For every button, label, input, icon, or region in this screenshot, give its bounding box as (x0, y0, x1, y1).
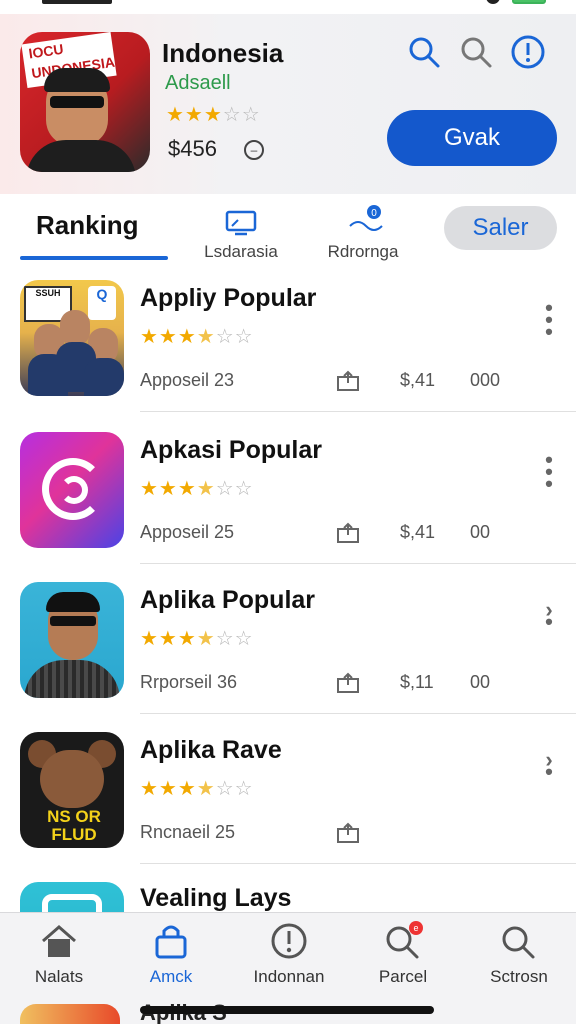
share-icon[interactable] (336, 370, 360, 392)
wave-badge-icon: 0 (346, 204, 383, 234)
search-outline-icon[interactable] (458, 34, 494, 70)
tab-bar: Ranking Lsdarasia 0 Rdrornga Saler (0, 196, 576, 262)
app-thumbnail[interactable]: NS OR FLUD (20, 732, 124, 848)
nav-nalats[interactable]: Nalats (4, 921, 114, 987)
get-button[interactable]: Gvak (387, 110, 557, 166)
rating-stars: ★★★☆☆ (166, 104, 261, 126)
more-vertical-icon[interactable]: • • • (536, 297, 562, 343)
list-item[interactable]: SSUH Q Appliy Popular ★★★★☆☆ Apposeil 23… (0, 262, 576, 412)
rating-stars: ★★★★☆☆ (140, 478, 254, 500)
app-thumbnail[interactable] (20, 432, 124, 548)
bag-icon (151, 921, 191, 961)
share-icon[interactable] (336, 672, 360, 694)
status-bar (0, 0, 576, 14)
app-price: $,11 (400, 672, 434, 692)
rating-stars: ★★★★☆☆ (140, 778, 254, 800)
share-icon[interactable] (336, 822, 360, 844)
app-count: 00 (470, 522, 491, 542)
app-meta: Rrporseil 36 (140, 672, 238, 692)
rating-stars: ★★★★☆☆ (140, 326, 254, 348)
search-badge-icon: e (383, 921, 423, 961)
rating-stars: ★★★★☆☆ (140, 628, 254, 650)
app-count: 000 (470, 370, 501, 390)
app-count: 00 (470, 672, 491, 692)
app-title: Aplika Rave (140, 736, 282, 764)
app-price: $,41 (400, 370, 436, 390)
nav-parcel[interactable]: e Parcel (348, 921, 458, 987)
app-title: Vealing Lays (140, 884, 292, 912)
more-vertical-icon[interactable]: • • • (536, 449, 562, 495)
nav-sctrosn[interactable]: Sctrosn (464, 921, 574, 987)
featured-app-header: IOCU UNDONESIA Indonesia Adsaell ★★★☆☆ $… (0, 14, 576, 194)
app-title: Appliy Popular (140, 284, 317, 312)
monitor-icon (224, 210, 258, 236)
app-developer[interactable]: Adsaell (165, 72, 231, 95)
wifi-icon (486, 0, 500, 4)
nav-indonnan[interactable]: Indonnan (234, 921, 344, 987)
header-actions (406, 34, 556, 74)
nav-amck[interactable]: Amck (116, 921, 226, 987)
battery-icon (512, 0, 546, 4)
tab-sale[interactable]: Saler (444, 206, 557, 250)
app-title: Aplika Popular (140, 586, 316, 614)
app-meta: Apposeil 23 (140, 370, 235, 390)
app-title: Indonesia (162, 38, 284, 68)
list-item[interactable]: NS OR FLUD Aplika Rave ★★★★☆☆ Rncnaeil 2… (0, 714, 576, 864)
app-meta: Apposeil 25 (140, 522, 235, 542)
tab-ranking[interactable]: Ranking (36, 210, 139, 241)
share-icon[interactable] (336, 522, 360, 544)
featured-app-icon[interactable]: IOCU UNDONESIA (20, 32, 150, 172)
info-icon (269, 921, 309, 961)
circle-dash-icon[interactable]: – (244, 140, 264, 160)
chevron-more-icon[interactable]: › • (536, 749, 562, 794)
home-icon (39, 921, 79, 961)
app-title: Apkasi Popular (140, 436, 322, 464)
app-price: $456 (168, 136, 217, 161)
list-item[interactable]: Aplika Popular ★★★★☆☆ Rrporseil 36 $,11 … (0, 564, 576, 714)
app-thumbnail[interactable]: SSUH Q (20, 280, 124, 396)
chevron-more-icon[interactable]: › • (536, 599, 562, 644)
info-icon[interactable] (510, 34, 546, 70)
app-price: $,41 (400, 522, 436, 542)
peek-thumbnail (20, 1004, 120, 1024)
app-meta: Rncnaeil 25 (140, 822, 236, 842)
app-thumbnail[interactable] (20, 582, 124, 698)
notification-badge: e (409, 921, 423, 935)
list-item[interactable]: Apkasi Popular ★★★★☆☆ Apposeil 25 $,41 0… (0, 414, 576, 564)
search-icon[interactable] (406, 34, 442, 70)
search-icon (499, 921, 539, 961)
active-tab-indicator (20, 256, 168, 260)
signal-icon (42, 0, 112, 4)
tab-lsdarasia[interactable]: Lsdarasia (196, 210, 286, 262)
home-indicator[interactable] (140, 1006, 434, 1014)
svg-text:0: 0 (371, 208, 377, 219)
tab-rdrornga[interactable]: 0 Rdrornga (318, 204, 408, 262)
